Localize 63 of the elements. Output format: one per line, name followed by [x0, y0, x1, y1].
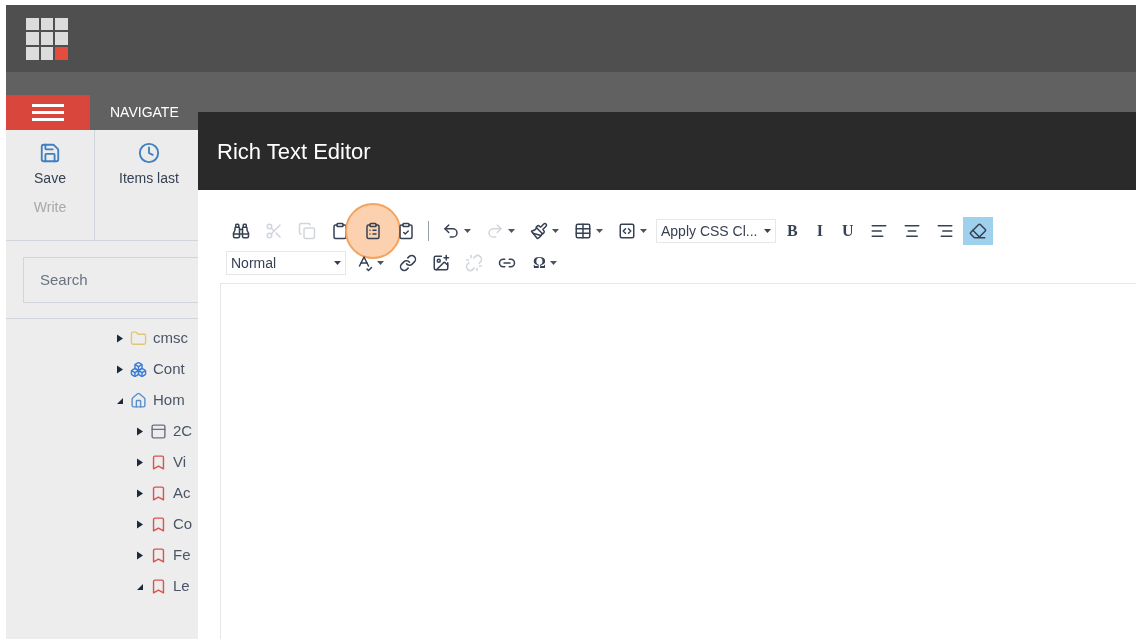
ribbon-tab[interactable]: NAVIGATE: [90, 95, 199, 130]
paintbrush-icon: [530, 222, 548, 240]
table-icon: [574, 222, 592, 240]
menu-button[interactable]: [6, 95, 90, 130]
bookmark-icon: [150, 547, 167, 564]
collapse-triangle-icon[interactable]: [116, 396, 124, 405]
toolbar-button[interactable]: [963, 217, 994, 245]
group-caption: Write: [33, 198, 67, 217]
clock-icon: [137, 142, 160, 164]
tree-item[interactable]: Cont: [153, 358, 185, 381]
caret-icon: [764, 229, 771, 233]
binoculars-icon: [232, 222, 250, 240]
link-icon: [399, 254, 417, 272]
align-right-icon: [936, 222, 955, 240]
redo-icon: [486, 222, 504, 240]
scissors-icon: [265, 222, 283, 240]
caret-icon: [334, 261, 341, 265]
align-center-icon: [903, 222, 922, 240]
bookmark-icon: [150, 454, 167, 471]
tree-item[interactable]: 2C: [173, 420, 193, 443]
undo-icon: [442, 222, 460, 240]
bookmark-icon: [150, 485, 167, 502]
format-button[interactable]: U: [833, 217, 862, 245]
tree-item[interactable]: Fe: [173, 544, 191, 567]
expand-triangle-icon[interactable]: [136, 520, 144, 529]
folder-icon: [130, 330, 147, 347]
expand-triangle-icon[interactable]: [136, 458, 144, 467]
clipboard-check-icon: [397, 222, 415, 240]
clipboard-icon: [331, 222, 349, 240]
style-select[interactable]: Apply CSS Cl...: [656, 219, 776, 243]
tree-item[interactable]: Vi: [173, 451, 187, 474]
collapse-triangle-icon[interactable]: [136, 582, 144, 591]
format-button[interactable]: B: [779, 217, 806, 245]
format-button[interactable]: Ω: [525, 249, 565, 277]
format-button[interactable]: I: [808, 217, 831, 245]
style-select[interactable]: Normal: [226, 251, 346, 275]
tree-item[interactable]: Ac: [173, 482, 191, 505]
tree-item[interactable]: Co: [173, 513, 193, 536]
tree-item[interactable]: cmsc: [153, 327, 188, 350]
clipboard-icon: [364, 222, 382, 240]
eraser-icon: [969, 222, 988, 240]
app-grid-icon[interactable]: [26, 17, 68, 60]
image-icon: [432, 254, 450, 272]
expand-triangle-icon[interactable]: [136, 551, 144, 560]
expand-triangle-icon[interactable]: [116, 334, 124, 343]
copy-icon: [298, 222, 316, 240]
dialog-title: Rich Text Editor: [217, 137, 371, 166]
code-icon: [618, 222, 636, 240]
floppy-icon: [39, 142, 61, 164]
expand-triangle-icon[interactable]: [136, 489, 144, 498]
align-left-icon: [870, 222, 889, 240]
home-icon: [130, 392, 147, 409]
tree-item[interactable]: Le: [173, 575, 190, 598]
unlink-icon: [465, 254, 483, 272]
bookmark-icon: [150, 578, 167, 595]
bookmark-icon: [150, 516, 167, 533]
window-icon: [150, 423, 167, 440]
cubes-icon: [130, 361, 147, 378]
save-button[interactable]: Save: [34, 142, 66, 189]
expand-triangle-icon[interactable]: [136, 427, 144, 436]
tree-item[interactable]: Hom: [153, 389, 185, 412]
expand-triangle-icon[interactable]: [116, 365, 124, 374]
items-button[interactable]: Items last: [119, 142, 179, 189]
